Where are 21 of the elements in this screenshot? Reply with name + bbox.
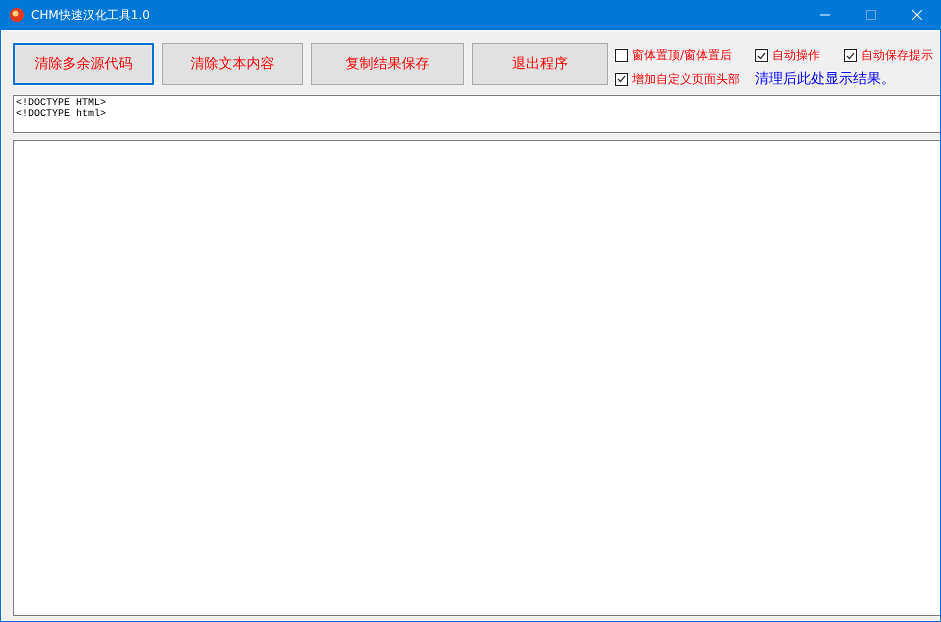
check-icon [617, 75, 626, 83]
check-icon [757, 52, 766, 60]
action-button[interactable]: 清除文本内容 [162, 43, 303, 85]
source-text-box[interactable]: <!DOCTYPE HTML> <!DOCTYPE html> [13, 95, 940, 133]
checkbox-label: 自动操作 [772, 47, 820, 64]
checkbox[interactable] [844, 49, 857, 62]
window-title: CHM快速汉化工具1.0 [31, 6, 151, 24]
check-icon [846, 52, 855, 60]
checkbox-label: 增加自定义页面头部 [632, 70, 740, 88]
action-button[interactable]: 退出程序 [472, 43, 608, 85]
checkbox[interactable] [615, 49, 628, 62]
action-button[interactable]: 复制结果保存 [311, 43, 464, 85]
close-icon [912, 10, 922, 20]
status-text: 清理后此处显示结果。 [755, 70, 896, 88]
action-button[interactable]: 清除多余源代码 [13, 43, 154, 85]
maximize-icon [866, 10, 876, 20]
checkbox-label: 窗体置顶/窗体置后 [632, 47, 732, 64]
app-logo-icon [9, 7, 25, 23]
checkbox[interactable] [755, 49, 768, 62]
checkbox-label: 自动保存提示 [861, 47, 933, 64]
checkbox[interactable] [615, 72, 628, 86]
